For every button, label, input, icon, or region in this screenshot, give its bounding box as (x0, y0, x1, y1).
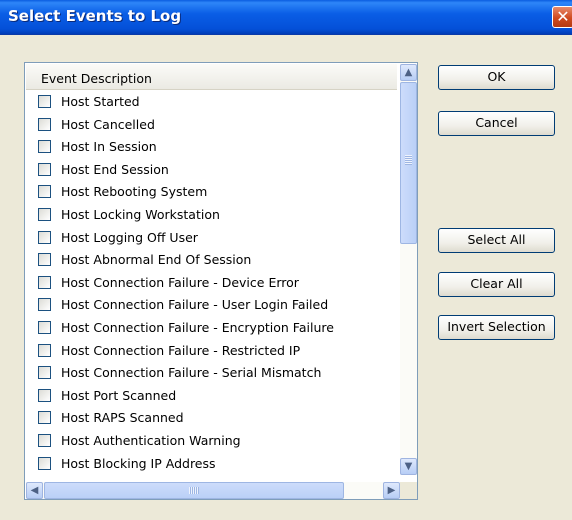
event-label: Host Connection Failure - Device Error (61, 274, 299, 290)
clear-all-button[interactable]: Clear All (438, 272, 555, 297)
event-checkbox[interactable] (38, 366, 51, 380)
event-checkbox[interactable] (38, 343, 51, 357)
title-bar[interactable]: Select Events to Log ✕ (0, 0, 572, 35)
event-checkbox[interactable] (38, 411, 51, 425)
event-checkbox[interactable] (38, 230, 51, 244)
event-checkbox[interactable] (38, 140, 51, 154)
event-label: Host Started (61, 94, 140, 109)
event-checkbox[interactable] (38, 456, 51, 470)
arrow-up-icon: ▲ (404, 67, 413, 78)
list-item[interactable]: Host Connection Failure - Encryption Fai… (26, 318, 397, 340)
arrow-down-icon: ▼ (404, 461, 413, 472)
column-header-label: Event Description (41, 71, 152, 86)
event-label: Host Rebooting System (61, 184, 208, 200)
event-checkbox[interactable] (38, 162, 51, 176)
event-checkbox[interactable] (38, 253, 51, 267)
scrollbar-corner (400, 482, 417, 499)
list-item[interactable]: Host Connection Failure - User Login Fai… (26, 295, 397, 317)
event-checkbox[interactable] (38, 208, 51, 221)
cancel-button[interactable]: Cancel (438, 111, 555, 136)
event-label: Host Locking Workstation (61, 207, 220, 222)
list-item[interactable]: Host Connection Failure - Serial Mismatc… (26, 363, 397, 385)
event-checkbox[interactable] (38, 95, 51, 108)
event-label: Host Port Scanned (61, 387, 177, 403)
event-checkbox[interactable] (38, 388, 51, 402)
ok-button[interactable]: OK (438, 65, 555, 90)
event-label: Host RAPS Scanned (61, 410, 184, 426)
scroll-right-button[interactable]: ▶ (383, 482, 400, 499)
event-list[interactable]: Event Description Host Started Host Cance… (24, 62, 418, 500)
arrow-right-icon: ▶ (387, 485, 396, 496)
event-checkbox[interactable] (38, 275, 51, 289)
event-label: Host End Session (61, 161, 169, 177)
list-item[interactable]: Host Blocking IP Address (26, 454, 397, 476)
list-item[interactable]: Host RAPS Scanned (26, 408, 397, 430)
list-item[interactable]: Host In Session (26, 137, 397, 159)
grip-icon (189, 487, 199, 494)
column-header-event-description[interactable]: Event Description (26, 64, 397, 90)
horizontal-scroll-thumb[interactable] (44, 482, 344, 499)
event-label: Host Connection Failure - Encryption Fai… (61, 320, 334, 335)
list-item[interactable]: Host Cancelled (26, 115, 397, 137)
event-label: Host Logging Off User (61, 229, 198, 245)
scroll-up-button[interactable]: ▲ (400, 64, 417, 81)
scroll-down-button[interactable]: ▼ (400, 458, 417, 475)
event-checkbox[interactable] (38, 185, 51, 199)
list-item[interactable]: Host Rebooting System (26, 182, 397, 204)
event-label: Host Connection Failure - Restricted IP (61, 342, 301, 358)
event-checkbox[interactable] (38, 434, 51, 447)
event-checkbox[interactable] (38, 321, 51, 334)
list-item[interactable]: Host Port Scanned (26, 386, 397, 408)
grip-icon (405, 155, 412, 165)
invert-selection-button[interactable]: Invert Selection (438, 315, 555, 340)
list-item[interactable]: Host Connection Failure - Device Error (26, 273, 397, 295)
event-checkbox[interactable] (38, 117, 51, 131)
event-label: Host Connection Failure - User Login Fai… (61, 297, 329, 313)
list-item[interactable]: Host Locking Workstation (26, 205, 397, 227)
event-label: Host Authentication Warning (61, 433, 241, 448)
window-title: Select Events to Log (8, 7, 182, 25)
list-item[interactable]: Host Started (26, 92, 397, 114)
list-item[interactable]: Host Authentication Warning (26, 431, 397, 453)
event-label: Host Blocking IP Address (61, 455, 216, 471)
vertical-scrollbar[interactable]: ▲ ▼ (400, 64, 417, 475)
horizontal-scrollbar[interactable]: ◀ ▶ (26, 482, 400, 499)
scroll-left-button[interactable]: ◀ (26, 482, 43, 499)
close-icon: ✕ (556, 7, 570, 26)
vertical-scroll-thumb[interactable] (400, 82, 417, 244)
list-item[interactable]: Host Abnormal End Of Session (26, 250, 397, 272)
list-item[interactable]: Host End Session (26, 160, 397, 182)
list-item[interactable]: Host Connection Failure - Restricted IP (26, 341, 397, 363)
event-label: Host Cancelled (61, 116, 155, 132)
list-item[interactable]: Host Logging Off User (26, 228, 397, 250)
arrow-left-icon: ◀ (30, 485, 39, 496)
select-all-button[interactable]: Select All (438, 228, 555, 253)
close-button[interactable]: ✕ (552, 6, 572, 28)
event-label: Host In Session (61, 139, 157, 155)
event-checkbox[interactable] (38, 298, 51, 312)
event-label: Host Connection Failure - Serial Mismatc… (61, 365, 322, 381)
event-label: Host Abnormal End Of Session (61, 252, 252, 268)
